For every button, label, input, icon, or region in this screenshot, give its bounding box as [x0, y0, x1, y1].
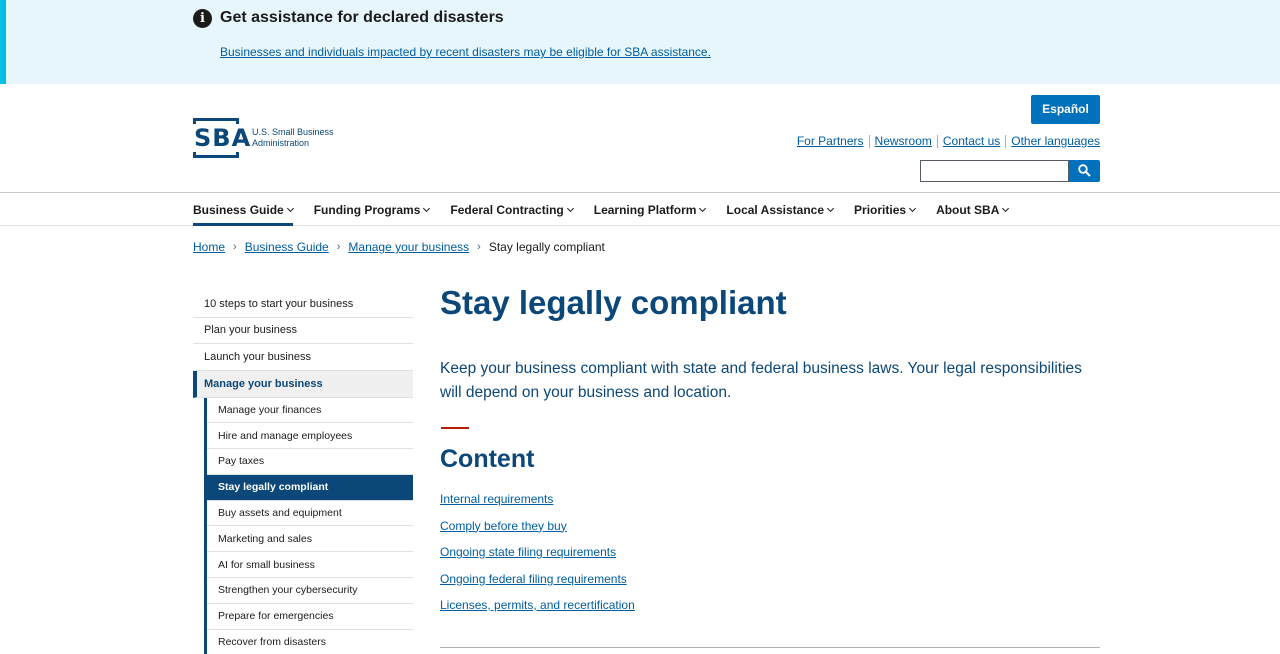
chevron-right-icon: ›	[233, 241, 237, 253]
nav-priorities[interactable]: Priorities	[854, 193, 917, 226]
disaster-alert-banner: i Get assistance for declared disasters …	[0, 0, 1280, 84]
sidenav-subitems: Manage your finances Hire and manage emp…	[204, 397, 413, 654]
sidenav-sub-disasters[interactable]: Recover from disasters	[207, 630, 413, 654]
breadcrumb-business-guide[interactable]: Business Guide	[245, 240, 329, 254]
info-icon: i	[193, 9, 212, 28]
table-of-contents: Internal requirements Comply before they…	[440, 492, 635, 625]
toc-licenses-permits[interactable]: Licenses, permits, and recertification	[440, 598, 635, 612]
search-input[interactable]	[920, 160, 1069, 182]
sidenav-manage[interactable]: Manage your business	[193, 370, 413, 398]
chevron-down-icon	[423, 204, 431, 212]
sidenav-sub-ai[interactable]: AI for small business	[207, 552, 413, 579]
toc-item: Ongoing federal filing requirements	[440, 572, 635, 599]
breadcrumb-home[interactable]: Home	[193, 240, 225, 254]
breadcrumb-current: Stay legally compliant	[488, 240, 605, 254]
alert-link[interactable]: Businesses and individuals impacted by r…	[220, 45, 711, 59]
search-form	[920, 160, 1100, 182]
toc-item: Internal requirements	[440, 492, 635, 519]
nav-federal-contracting[interactable]: Federal Contracting	[450, 193, 574, 226]
sidenav-sub-employees[interactable]: Hire and manage employees	[207, 423, 413, 450]
breadcrumb: Home › Business Guide › Manage your busi…	[193, 240, 605, 254]
espanol-button[interactable]: Español	[1031, 95, 1100, 124]
chevron-right-icon: ›	[336, 241, 341, 253]
content-heading: Content	[440, 445, 535, 473]
alert-title: Get assistance for declared disasters	[220, 9, 504, 26]
primary-nav: Business Guide Funding Programs Federal …	[0, 192, 1280, 226]
toc-item: Comply before they buy	[440, 519, 635, 546]
sidenav-plan[interactable]: Plan your business	[193, 318, 413, 344]
contact-us-link[interactable]: Contact us	[943, 134, 1000, 148]
chevron-down-icon	[566, 204, 574, 212]
sba-logo-mark: SBA	[193, 118, 250, 158]
chevron-right-icon: ›	[477, 241, 481, 253]
search-icon	[1078, 164, 1091, 177]
heading-accent-rule	[441, 427, 469, 429]
toc-comply-before-buy[interactable]: Comply before they buy	[440, 519, 567, 533]
page-title: Stay legally compliant	[440, 284, 787, 321]
chevron-down-icon	[286, 204, 294, 212]
sba-logo[interactable]: SBA U.S. Small Business Administration	[193, 118, 342, 158]
chevron-down-icon	[826, 204, 835, 212]
logo-subtitle: U.S. Small Business Administration	[252, 127, 334, 148]
sidenav-10-steps[interactable]: 10 steps to start your business	[193, 291, 413, 318]
nav-local-assistance[interactable]: Local Assistance	[726, 193, 835, 226]
sidenav-sub-emergencies[interactable]: Prepare for emergencies	[207, 604, 413, 630]
for-partners-link[interactable]: For Partners	[797, 134, 864, 148]
nav-about-sba[interactable]: About SBA	[936, 193, 1010, 226]
intro-paragraph: Keep your business compliant with state …	[440, 360, 1082, 401]
chevron-down-icon	[699, 204, 707, 212]
toc-federal-filing[interactable]: Ongoing federal filing requirements	[440, 572, 627, 586]
section-divider	[440, 647, 1100, 648]
toc-item: Ongoing state filing requirements	[440, 545, 635, 572]
sidenav-sub-marketing[interactable]: Marketing and sales	[207, 526, 413, 553]
sidenav-sub-taxes[interactable]: Pay taxes	[207, 449, 413, 475]
toc-item: Licenses, permits, and recertification	[440, 598, 635, 625]
newsroom-link[interactable]: Newsroom	[875, 134, 932, 148]
utility-links: For Partners Newsroom Contact us Other l…	[797, 134, 1100, 148]
sidenav-sub-finances[interactable]: Manage your finances	[207, 398, 413, 424]
search-button[interactable]	[1069, 160, 1100, 182]
sidenav-launch[interactable]: Launch your business	[193, 344, 413, 371]
breadcrumb-manage-business[interactable]: Manage your business	[348, 240, 469, 254]
nav-learning-platform[interactable]: Learning Platform	[594, 193, 707, 226]
divider	[1005, 134, 1007, 148]
toc-internal-requirements[interactable]: Internal requirements	[440, 492, 553, 506]
chevron-down-icon	[909, 204, 917, 212]
sidenav-sub-cybersecurity[interactable]: Strengthen your cybersecurity	[207, 578, 413, 604]
side-nav: 10 steps to start your business Plan you…	[193, 291, 413, 654]
nav-business-guide[interactable]: Business Guide	[193, 193, 294, 226]
toc-state-filing[interactable]: Ongoing state filing requirements	[440, 545, 616, 559]
other-languages-link[interactable]: Other languages	[1011, 134, 1100, 148]
chevron-down-icon	[1002, 204, 1010, 212]
sidenav-sub-compliant[interactable]: Stay legally compliant	[207, 474, 413, 501]
nav-funding-programs[interactable]: Funding Programs	[314, 193, 431, 226]
alert-accent-bar	[0, 0, 6, 84]
divider	[936, 134, 938, 148]
divider	[868, 134, 870, 148]
sidenav-sub-assets[interactable]: Buy assets and equipment	[207, 501, 413, 527]
